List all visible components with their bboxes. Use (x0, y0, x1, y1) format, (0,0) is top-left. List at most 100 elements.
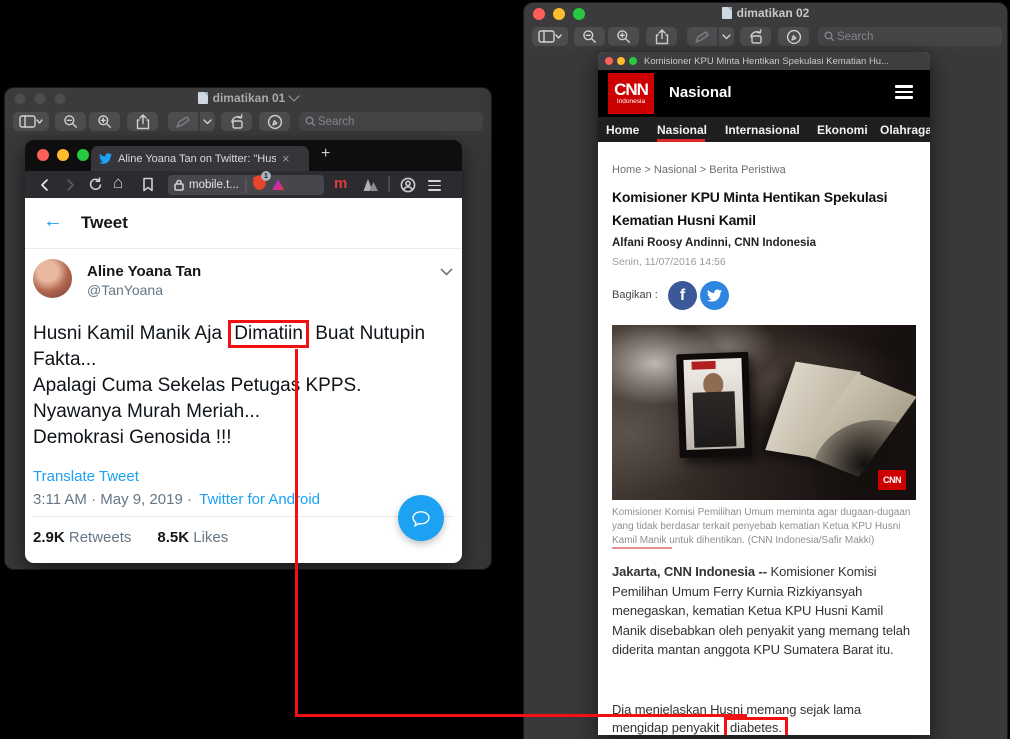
marker-pen-icon (175, 115, 191, 129)
breadcrumb-berita[interactable]: Berita Peristiwa (709, 164, 785, 176)
likes-stat[interactable]: 8.5K Likes (157, 529, 228, 546)
sidebar-toggle-button[interactable] (13, 112, 49, 131)
menu-hamburger-icon[interactable] (428, 180, 441, 191)
show-markup-toolbar-button[interactable] (778, 27, 809, 46)
zoom-in-button[interactable] (608, 27, 639, 46)
home-icon[interactable]: ⌂ (113, 173, 123, 193)
extension-m-icon[interactable]: m (334, 176, 347, 191)
title-disclosure-chevron-icon[interactable] (289, 90, 300, 101)
annotation-box-diabetes: diabetes. (724, 717, 788, 735)
menu-hamburger-icon[interactable] (895, 85, 913, 99)
new-tab-button[interactable]: + (321, 145, 330, 163)
zoom-out-button[interactable] (55, 112, 86, 131)
search-input[interactable] (835, 30, 996, 44)
search-input[interactable] (316, 115, 477, 129)
document-proxy-icon (198, 92, 208, 104)
caption-divider (612, 547, 672, 549)
url-bar[interactable]: mobile.t... | 1 (168, 175, 324, 195)
zoom-in-icon (97, 114, 112, 129)
tweet-text-segment: Husni Kamil Manik Aja (33, 323, 227, 344)
facebook-share-button[interactable]: f (668, 281, 697, 310)
photo-caption: Komisioner Komisi Pemilihan Umum meminta… (612, 506, 916, 548)
rotate-button[interactable] (221, 112, 252, 131)
document-proxy-icon (722, 7, 732, 19)
share-icon (136, 114, 150, 130)
share-button[interactable] (646, 27, 677, 46)
markup-pen-button[interactable] (168, 112, 198, 131)
twitter-share-button[interactable] (700, 281, 729, 310)
dateline-lead: Jakarta, CNN Indonesia -- (612, 564, 767, 579)
twitter-bird-icon (99, 152, 112, 165)
tab-close-icon[interactable]: × (282, 151, 290, 166)
tweet-author-handle[interactable]: @TanYoana (87, 282, 163, 298)
markup-pen-dropdown[interactable] (199, 112, 215, 131)
compose-reply-fab[interactable] (398, 495, 444, 541)
minimize-button[interactable] (617, 57, 625, 65)
extension-mountain-icon[interactable] (362, 178, 379, 191)
toolbar-search-field[interactable] (818, 27, 1002, 46)
sidebar-icon (538, 30, 562, 43)
show-markup-toolbar-button[interactable] (259, 112, 290, 131)
zoom-button[interactable] (77, 149, 89, 161)
window-title: dimatikan 01 (213, 91, 286, 105)
account-icon[interactable] (400, 177, 416, 193)
window-titlebar[interactable]: dimatikan 01 (5, 88, 491, 109)
tweet-author-name[interactable]: Aline Yoana Tan (87, 263, 201, 280)
browser-window-controls (605, 57, 637, 65)
breadcrumb-nasional[interactable]: Nasional (654, 164, 697, 176)
nav-item-internasional[interactable]: Internasional (725, 123, 800, 137)
shield-extension-icon[interactable]: 1 (253, 175, 266, 195)
minimize-button[interactable] (57, 149, 69, 161)
browser-window-title: Komisioner KPU Minta Hentikan Spekulasi … (644, 56, 924, 67)
shield-badge: 1 (261, 171, 271, 181)
cnn-watermark: CNN (878, 470, 906, 490)
toolbar-separator: | (387, 175, 391, 193)
tweet-source-link[interactable]: Twitter for Android (199, 491, 320, 508)
retweets-label: Retweets (69, 529, 132, 546)
nav-item-olahraga[interactable]: Olahraga (880, 123, 930, 137)
tweet-line: Demokrasi Genosida !!! (33, 425, 425, 451)
zoom-button[interactable] (629, 57, 637, 65)
share-button[interactable] (127, 112, 158, 131)
retweets-stat[interactable]: 2.9K Retweets (33, 529, 131, 546)
close-button[interactable] (605, 57, 613, 65)
back-arrow-icon[interactable]: ← (43, 210, 63, 233)
rotate-button[interactable] (740, 27, 771, 46)
cnn-nav-bar: Home Nasional Internasional Ekonomi Olah… (598, 117, 930, 142)
triangle-extension-icon[interactable] (271, 178, 285, 191)
zoom-out-button[interactable] (574, 27, 605, 46)
sidebar-toggle-button[interactable] (532, 27, 568, 46)
article-paragraph-1: Jakarta, CNN Indonesia -- Komisioner Kom… (612, 562, 918, 660)
nav-item-home[interactable]: Home (606, 123, 639, 137)
window-titlebar[interactable]: dimatikan 02 (524, 3, 1007, 24)
markup-pen-button[interactable] (687, 27, 717, 46)
rotate-left-icon (228, 114, 245, 129)
firefox-screenshot: Aline Yoana Tan on Twitter: "Hus × + ⌂ m… (25, 140, 462, 563)
zoom-in-button[interactable] (89, 112, 120, 131)
cnn-logo[interactable]: CNN Indonesia (608, 73, 654, 114)
nav-item-nasional[interactable]: Nasional (657, 123, 707, 137)
marker-pen-icon (694, 30, 710, 44)
toolbar-search-field[interactable] (299, 112, 483, 131)
tweet-line: Fakta... (33, 347, 425, 373)
annotation-box-dimatiin: Dimatiin (228, 320, 309, 348)
annotation-connector-horizontal-line (295, 714, 747, 717)
reload-icon[interactable] (88, 177, 103, 192)
zoom-in-icon (616, 29, 631, 44)
bookmark-icon[interactable] (141, 177, 155, 192)
close-button[interactable] (37, 149, 49, 161)
breadcrumb-home[interactable]: Home (612, 164, 641, 176)
translate-tweet-link[interactable]: Translate Tweet (33, 468, 139, 485)
sidebar-icon (19, 115, 43, 128)
back-icon[interactable] (38, 178, 52, 192)
avatar[interactable] (33, 259, 72, 298)
divider (33, 516, 454, 517)
markup-pen-dropdown[interactable] (718, 27, 734, 46)
forward-icon[interactable] (63, 178, 77, 192)
browser-tab[interactable]: Aline Yoana Tan on Twitter: "Hus × (91, 146, 309, 171)
cnn-watermark-text: CNN (883, 475, 901, 485)
tweet-options-chevron-icon[interactable] (440, 268, 453, 276)
article-body: Home > Nasional > Berita Peristiwa Komis… (598, 142, 930, 735)
nav-item-ekonomi[interactable]: Ekonomi (817, 123, 868, 137)
annotation-connector-vertical-line (295, 349, 298, 716)
